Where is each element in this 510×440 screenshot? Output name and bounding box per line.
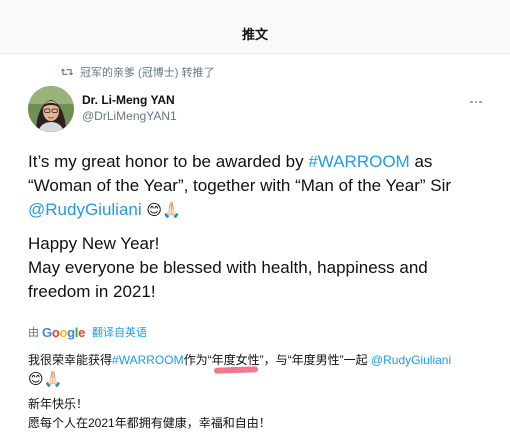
author-handle[interactable]: @DrLiMengYAN1 [82,109,177,124]
tweet-text-segment: May everyone be blessed with health, hap… [28,258,428,301]
translated-text-segment: 新年快乐！ [28,397,89,411]
tweet-text-segment: It’s my great honor to be awarded by [28,152,309,171]
tweet-text-segment: Happy New Year! [28,234,160,253]
hashtag-link[interactable]: #WARROOM [112,353,184,367]
google-logo: Google [42,324,86,340]
author-name[interactable]: Dr. Li-Meng YAN [82,93,177,108]
emoji: 😊🙏🏻 [146,201,181,219]
retweet-icon [60,68,74,76]
translated-by-label: 由 [28,327,39,339]
mention-link[interactable]: @RudyGiuliani [28,200,142,219]
translated-text: 我很荣幸能获得#WARROOM作为“年度女性”，与“年度男性”一起 @RudyG… [28,351,498,433]
translated-paragraph-1: 我很荣幸能获得#WARROOM作为“年度女性”，与“年度男性”一起 @RudyG… [28,351,498,390]
page-title: 推文 [241,27,268,42]
avatar[interactable] [28,86,74,132]
translated-text-segment: 愿每个人在2021年都拥有健康，幸福和自由！ [28,416,271,430]
retweet-label: 冠军的亲爹 (冠博士) 转推了 [80,67,215,79]
translated-paragraph-2: 新年快乐！ 愿每个人在2021年都拥有健康，幸福和自由！ [28,395,498,433]
hashtag-link[interactable]: #WARROOM [308,152,409,171]
top-bar: 推文 [0,0,510,54]
author-info[interactable]: Dr. Li-Meng YAN @DrLiMengYAN1 [82,93,177,124]
translated-text-segment: 我很荣幸能获得 [28,353,113,367]
tweet-text: It’s my great honor to be awarded by #WA… [28,150,488,304]
translated-text-segment: 作为“ [183,353,212,367]
tweet-paragraph-1: It’s my great honor to be awarded by #WA… [28,150,488,222]
translated-text-segment: ”，与“年度男性”一起 [259,353,371,367]
translation-attribution: 由 Google 翻译自英语 [28,324,147,340]
more-options-icon[interactable] [470,90,486,104]
translate-from-english-link[interactable]: 翻译自英语 [92,324,147,340]
mention-link[interactable]: @RudyGiuliani [371,353,451,367]
highlighted-phrase: 年度女性 [212,351,260,370]
emoji: 😊🙏🏻 [28,370,63,388]
tweet-paragraph-2: Happy New Year! May everyone be blessed … [28,232,488,304]
retweet-context[interactable]: 冠军的亲爹 (冠博士) 转推了 [60,64,214,80]
